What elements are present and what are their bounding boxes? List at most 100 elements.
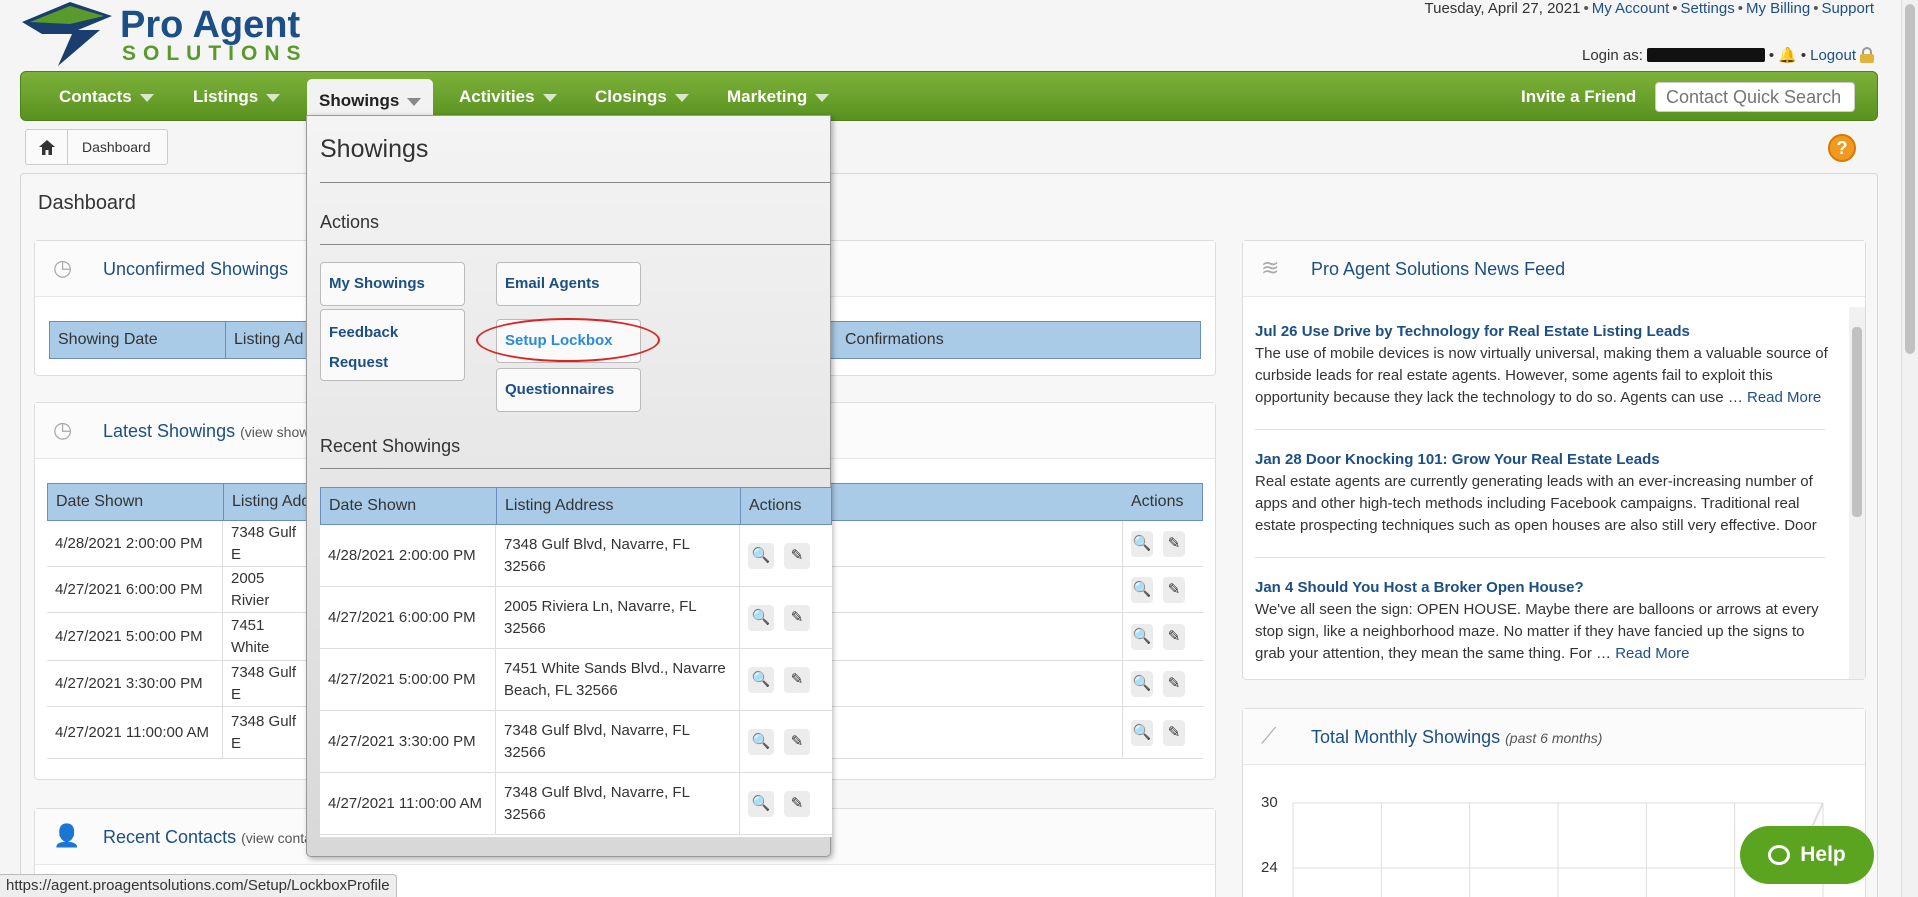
edit-icon[interactable]: ✎	[1163, 576, 1185, 603]
showings-dropdown-menu: Showings Actions My Showings Email Agent…	[306, 115, 832, 857]
news-item: Jan 4 Should You Host a Broker Open Hous…	[1255, 577, 1835, 665]
my-showings-button[interactable]: My Showings	[320, 262, 465, 306]
read-more-link[interactable]: Read More	[1615, 645, 1689, 662]
monthly-showings-title: Total Monthly Showings (past 6 months)	[1311, 727, 1603, 747]
view-icon[interactable]: 🔍	[748, 604, 774, 631]
clock-icon: ◷	[53, 417, 73, 442]
page-title: Dashboard	[38, 192, 136, 214]
view-icon[interactable]: 🔍	[748, 790, 774, 817]
login-label: Login as:	[1582, 46, 1643, 64]
dropdown-title: Showings	[320, 135, 429, 163]
logout-link[interactable]: Logout	[1810, 47, 1856, 64]
breadcrumb-current: Dashboard	[82, 139, 151, 155]
actions-label: Actions	[320, 212, 380, 232]
recent-contacts-title: Recent Contacts (view conta	[103, 827, 312, 847]
chevron-down-icon	[139, 93, 154, 102]
read-more-link[interactable]: Read More	[1747, 389, 1821, 406]
help-chat-button[interactable]: Help	[1740, 826, 1874, 884]
view-icon[interactable]: 🔍	[1131, 719, 1153, 746]
view-showings-link[interactable]: (view show	[240, 424, 309, 440]
view-icon[interactable]: 🔍	[1131, 670, 1153, 697]
col-date-shown[interactable]: Date Shown	[321, 488, 497, 524]
lock-icon	[1860, 47, 1874, 63]
chevron-down-icon	[407, 97, 422, 106]
col-showing-date[interactable]: Showing Date	[50, 322, 226, 358]
news-item-title[interactable]: Jul 26 Use Drive by Technology for Real …	[1255, 321, 1835, 343]
edit-icon[interactable]: ✎	[1163, 670, 1185, 697]
person-icon: 👤	[53, 823, 81, 848]
view-icon[interactable]: 🔍	[748, 542, 774, 569]
support-link[interactable]: Support	[1821, 0, 1874, 17]
contact-quick-search-input[interactable]	[1655, 82, 1855, 112]
edit-icon[interactable]: ✎	[1163, 623, 1185, 650]
home-icon[interactable]	[26, 130, 68, 164]
col-actions: Actions	[1131, 493, 1184, 510]
my-billing-link[interactable]: My Billing	[1746, 0, 1810, 17]
my-account-link[interactable]: My Account	[1592, 0, 1670, 17]
line-chart-icon: ⟋	[1261, 723, 1277, 748]
breadcrumb: Dashboard	[25, 129, 168, 165]
login-line: Login as: • 🔔 • Logout	[1582, 46, 1874, 64]
news-item-title[interactable]: Jan 4 Should You Host a Broker Open Hous…	[1255, 577, 1835, 599]
col-listing-address[interactable]: Listing Add	[224, 484, 314, 520]
invite-friend-link[interactable]: Invite a Friend	[1521, 72, 1636, 122]
news-feed-panel: ≋ Pro Agent Solutions News Feed Jul 26 U…	[1242, 240, 1866, 680]
logo-house-icon	[22, 2, 112, 66]
nav-listings[interactable]: Listings	[193, 72, 281, 122]
col-date-shown[interactable]: Date Shown	[48, 484, 224, 520]
table-row: 4/27/2021 6:00:00 PM 2005 Riviera Ln, Na…	[320, 587, 832, 649]
highlight-annotation	[476, 318, 660, 362]
logo-name: Pro Agent	[120, 4, 301, 46]
view-contacts-link[interactable]: (view conta	[241, 830, 312, 846]
news-item-body: We've all seen the sign: OPEN HOUSE. May…	[1255, 601, 1819, 662]
logo[interactable]: Pro Agent SOLUTIONS	[20, 0, 340, 68]
view-icon[interactable]: 🔍	[1131, 576, 1153, 603]
email-agents-button[interactable]: Email Agents	[496, 262, 641, 306]
table-row: 4/27/2021 5:00:00 PM 7451 White Sands Bl…	[320, 649, 832, 711]
current-date: Tuesday, April 27, 2021	[1424, 0, 1581, 17]
view-icon[interactable]: 🔍	[748, 666, 774, 693]
chevron-down-icon	[815, 93, 830, 102]
news-scrollbar[interactable]	[1849, 307, 1865, 679]
feedback-request-button[interactable]: Feedback Request	[320, 309, 465, 381]
col-listing-address[interactable]: Listing Ad	[226, 322, 316, 358]
recent-showings-label: Recent Showings	[320, 436, 461, 456]
edit-icon[interactable]: ✎	[784, 542, 810, 569]
edit-icon[interactable]: ✎	[784, 666, 810, 693]
view-icon[interactable]: 🔍	[1131, 623, 1153, 650]
main-nav: Contacts Listings Activities Closings Ma…	[20, 71, 1878, 121]
status-bar-url: https://agent.proagentsolutions.com/Setu…	[0, 874, 397, 897]
help-question-icon[interactable]: ?	[1828, 134, 1856, 162]
questionnaires-button[interactable]: Questionnaires	[496, 368, 641, 412]
latest-showings-title: Latest Showings (view show	[103, 421, 310, 441]
y-tick-label: 24	[1261, 859, 1278, 876]
nav-contacts[interactable]: Contacts	[59, 72, 154, 122]
col-confirmations[interactable]: Confirmations	[837, 322, 1202, 358]
clock-icon: ◷	[53, 255, 73, 280]
chevron-down-icon	[542, 93, 557, 102]
y-tick-label: 30	[1261, 794, 1278, 811]
edit-icon[interactable]: ✎	[784, 790, 810, 817]
edit-icon[interactable]: ✎	[784, 728, 810, 755]
redacted-username	[1646, 48, 1765, 62]
news-item-title[interactable]: Jan 28 Door Knocking 101: Grow Your Real…	[1255, 449, 1835, 471]
edit-icon[interactable]: ✎	[1163, 719, 1185, 746]
recent-showings-table-body: 4/28/2021 2:00:00 PM 7348 Gulf Blvd, Nav…	[320, 525, 832, 837]
view-icon[interactable]: 🔍	[1131, 530, 1153, 557]
recent-showings-table-header: Date Shown Listing Address Actions	[320, 487, 832, 525]
chevron-down-icon	[674, 93, 689, 102]
edit-icon[interactable]: ✎	[1163, 530, 1185, 557]
view-icon[interactable]: 🔍	[748, 728, 774, 755]
col-listing-address[interactable]: Listing Address	[497, 488, 741, 524]
news-feed-title: Pro Agent Solutions News Feed	[1311, 259, 1566, 279]
bell-icon[interactable]: 🔔	[1778, 46, 1797, 64]
settings-link[interactable]: Settings	[1681, 0, 1735, 17]
chevron-down-icon	[266, 93, 281, 102]
chat-bubble-icon	[1768, 845, 1791, 865]
news-item-body: The use of mobile devices is now virtual…	[1255, 345, 1828, 406]
unconfirmed-showings-title: Unconfirmed Showings	[103, 259, 289, 279]
page-scrollbar[interactable]	[1901, 0, 1918, 897]
edit-icon[interactable]: ✎	[784, 604, 810, 631]
top-links: Tuesday, April 27, 2021 • My Account • Setti…	[1424, 0, 1874, 17]
table-row: 4/27/2021 11:00:00 AM 7348 Gulf Blvd, Na…	[320, 773, 832, 835]
